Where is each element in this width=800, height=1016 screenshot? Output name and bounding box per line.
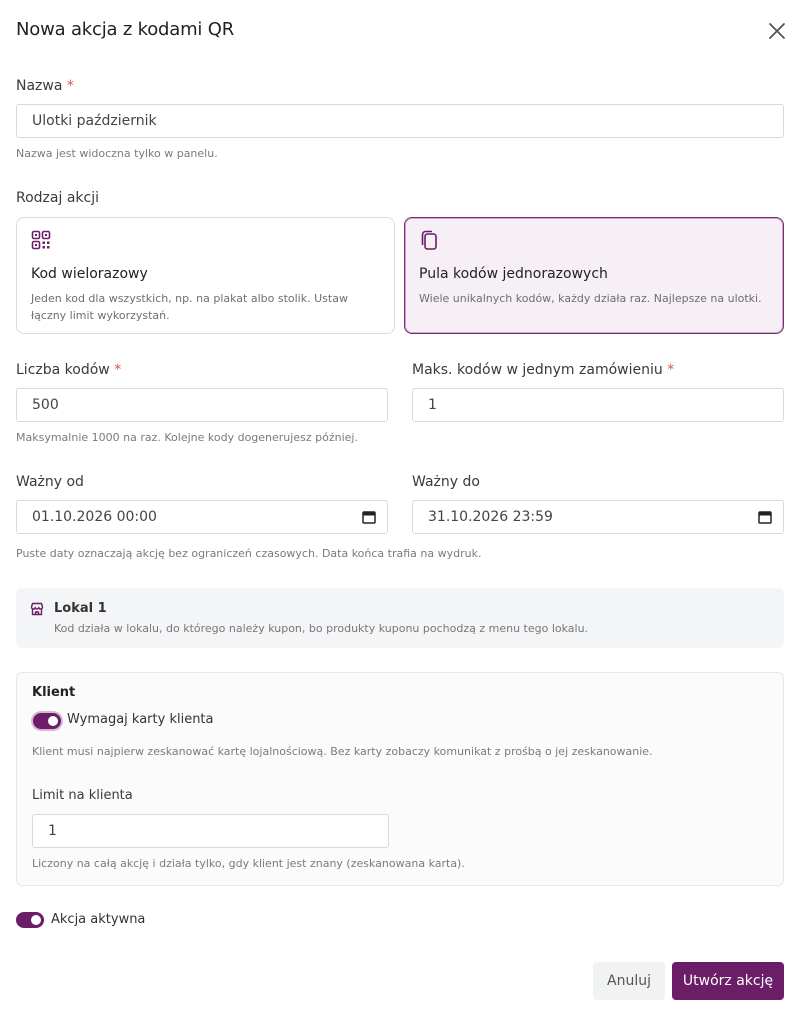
max-per-order-input[interactable]: 1 bbox=[412, 388, 784, 422]
required-mark: * bbox=[66, 78, 74, 94]
dates-help: Puste daty oznaczają akcję bez ogranicze… bbox=[16, 547, 482, 560]
valid-to-input[interactable]: 31.10.2026 23:59 bbox=[412, 500, 784, 534]
require-card-help: Klient musi najpierw zeskanować kartę lo… bbox=[32, 745, 653, 758]
valid-from-input[interactable]: 01.10.2026 00:00 bbox=[16, 500, 388, 534]
name-input[interactable]: Ulotki październik bbox=[16, 104, 784, 138]
calendar-icon[interactable] bbox=[758, 510, 772, 524]
valid-from-label: Ważny od bbox=[16, 474, 84, 490]
option-description: Wiele unikalnych kodów, każdy działa raz… bbox=[419, 292, 762, 305]
option-description: Jeden kod dla wszystkich, np. na plakat … bbox=[31, 292, 348, 322]
required-mark: * bbox=[667, 362, 675, 378]
option-title: Pula kodów jednorazowych bbox=[419, 266, 608, 282]
create-action-button[interactable]: Utwórz akcję bbox=[672, 962, 784, 1000]
copy-icon bbox=[419, 230, 441, 252]
location-description: Kod działa w lokalu, do którego należy k… bbox=[54, 622, 589, 635]
codes-count-input[interactable]: 500 bbox=[16, 388, 388, 422]
require-card-label[interactable]: Wymagaj karty klienta bbox=[67, 712, 214, 727]
location-title: Lokal 1 bbox=[54, 601, 107, 616]
codes-count-label: Liczba kodów * bbox=[16, 362, 122, 378]
limit-per-client-input[interactable]: 1 bbox=[32, 814, 389, 848]
action-type-option-reusable[interactable]: Kod wielorazowy Jeden kod dla wszystkich… bbox=[16, 217, 395, 334]
location-info: Lokal 1 Kod działa w lokalu, do którego … bbox=[16, 588, 784, 648]
active-toggle[interactable] bbox=[16, 912, 44, 928]
dialog-title: Nowa akcja z kodami QR bbox=[16, 19, 235, 40]
name-help: Nazwa jest widoczna tylko w panelu. bbox=[16, 147, 218, 160]
client-section: Klient Wymagaj karty klienta Klient musi… bbox=[16, 672, 784, 886]
option-title: Kod wielorazowy bbox=[31, 266, 148, 282]
calendar-icon[interactable] bbox=[362, 510, 376, 524]
limit-label: Limit na klienta bbox=[32, 788, 133, 803]
limit-help: Liczony na całą akcję i działa tylko, gd… bbox=[32, 857, 465, 870]
require-card-toggle[interactable] bbox=[33, 713, 61, 729]
cancel-button[interactable]: Anuluj bbox=[593, 962, 665, 1000]
action-type-option-single-use-pool[interactable]: Pula kodów jednorazowych Wiele unikalnyc… bbox=[404, 217, 784, 334]
close-icon[interactable] bbox=[766, 20, 788, 42]
name-label: Nazwa * bbox=[16, 78, 74, 94]
qr-code-icon bbox=[31, 230, 53, 252]
max-per-order-label: Maks. kodów w jednym zamówieniu * bbox=[412, 362, 675, 378]
action-type-label: Rodzaj akcji bbox=[16, 190, 99, 206]
codes-count-help: Maksymalnie 1000 na raz. Kolejne kody do… bbox=[16, 431, 358, 444]
required-mark: * bbox=[114, 362, 122, 378]
new-qr-action-dialog: Nowa akcja z kodami QR Nazwa * Ulotki pa… bbox=[0, 0, 800, 1016]
store-icon bbox=[30, 601, 44, 616]
valid-to-label: Ważny do bbox=[412, 474, 480, 490]
client-heading: Klient bbox=[32, 685, 76, 700]
active-label[interactable]: Akcja aktywna bbox=[51, 912, 145, 927]
